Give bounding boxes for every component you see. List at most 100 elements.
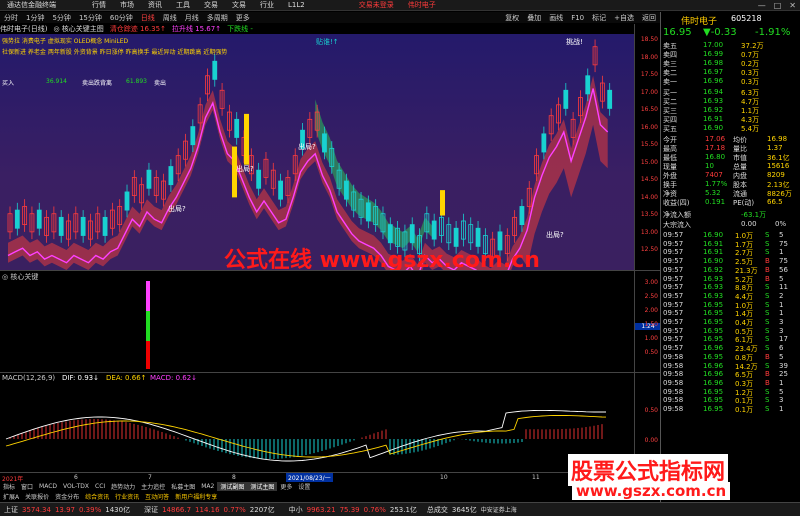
draw-button[interactable]: 画线 bbox=[545, 13, 567, 23]
tick-row: 09:57 16.91 2.7万 S 1 bbox=[661, 248, 800, 257]
tick-time: 09:58 bbox=[663, 396, 684, 405]
overlay-button[interactable]: 叠加 bbox=[523, 13, 545, 23]
big-inflow-label: 大宗流入 bbox=[663, 221, 691, 229]
index-amount: 253.1亿 bbox=[389, 505, 417, 514]
info-tab[interactable]: 资金分布 bbox=[52, 492, 82, 501]
index-name[interactable]: 深证 bbox=[140, 505, 162, 515]
tick-price: 16.92 bbox=[703, 265, 724, 274]
tick-direction: S bbox=[765, 344, 770, 353]
crosshair-date: 2021/08/23/一 bbox=[286, 473, 333, 482]
tick-time: 09:58 bbox=[663, 352, 684, 361]
candle-body bbox=[234, 118, 240, 138]
period-tab-active[interactable]: 日线 bbox=[137, 13, 159, 23]
annotation-label: 出局? bbox=[546, 231, 564, 239]
index-name[interactable]: 中小 bbox=[285, 505, 307, 515]
menu-trade[interactable]: 交易 bbox=[197, 0, 225, 10]
info-tab[interactable]: 关联报价 bbox=[22, 492, 52, 501]
tick-row: 09:57 16.95 0.5万 S 3 bbox=[661, 326, 800, 336]
candlestick-chart[interactable]: 强势拉 消费电子 虚拟现实 OLED概念 MiniLED 社保新进 养老金 两年… bbox=[0, 34, 634, 273]
core-key-tick: 0.50 bbox=[644, 349, 658, 356]
indicator-tab[interactable]: MA2 bbox=[198, 483, 217, 490]
level-price: 16.93 bbox=[703, 97, 724, 105]
tick-direction: B bbox=[765, 265, 770, 274]
core-key-indicator-chart[interactable]: ◎ 核心关键 bbox=[0, 270, 634, 372]
indicator-tab[interactable]: 测试副图 bbox=[217, 482, 248, 491]
period-tab[interactable]: 月线 bbox=[181, 13, 203, 23]
candle-body bbox=[365, 202, 371, 222]
tick-count: 3 bbox=[779, 326, 784, 335]
indicator-tab[interactable]: 趋势动力 bbox=[108, 482, 138, 491]
tick-row: 09:57 16.92 21.3万 B 56 bbox=[661, 265, 800, 275]
indicator-tab[interactable]: CCI bbox=[92, 483, 108, 490]
tick-time: 09:57 bbox=[663, 335, 684, 344]
period-tab[interactable]: 分时 bbox=[0, 13, 22, 23]
tick-time: 09:57 bbox=[663, 326, 684, 335]
mark-button[interactable]: 标记 bbox=[588, 13, 610, 23]
indicator-tab[interactable]: 窗口 bbox=[18, 482, 36, 491]
period-tab[interactable]: 周线 bbox=[159, 13, 181, 23]
indicator-tab[interactable]: 更多 bbox=[277, 482, 295, 491]
maximize-button[interactable]: □ bbox=[770, 1, 786, 10]
index-change: 13.97 bbox=[54, 505, 75, 514]
macd-chart[interactable]: MACD(12,26,9) DIF: 0.93↓ DEA: 0.66↑ MACD… bbox=[0, 372, 634, 472]
login-notice[interactable]: 交易未登录 bbox=[352, 0, 401, 10]
index-name[interactable]: 上证 bbox=[0, 505, 22, 515]
menu-l1l2[interactable]: L1L2 bbox=[281, 1, 312, 9]
info-tab[interactable]: 互动问答 bbox=[142, 492, 172, 501]
tick-count: 1 bbox=[779, 300, 784, 309]
level-label: 卖一 bbox=[663, 78, 677, 86]
indicator-tab[interactable]: 私募主图 bbox=[168, 482, 198, 491]
back-button[interactable]: 返回 bbox=[638, 13, 660, 23]
info-tab[interactable]: 综合资讯 bbox=[82, 492, 112, 501]
period-tab[interactable]: 15分钟 bbox=[75, 13, 106, 23]
tick-direction: S bbox=[765, 239, 770, 248]
tick-price: 16.93 bbox=[703, 274, 724, 283]
level-price: 16.97 bbox=[703, 68, 724, 76]
tick-direction: B bbox=[765, 378, 770, 387]
candle-body bbox=[14, 209, 20, 229]
tick-price: 16.95 bbox=[703, 405, 724, 413]
status-tags: 社保新进 养老金 两年新股 外资背景 昨日涨停 昨高换手 最近异动 近期跳高 近… bbox=[2, 49, 228, 56]
tick-row: 09:57 16.96 23.4万 S 6 bbox=[661, 344, 800, 353]
menu-wenyi[interactable]: 文易 bbox=[225, 0, 253, 10]
menu-industry[interactable]: 行业 bbox=[253, 0, 281, 10]
period-tab[interactable]: 更多 bbox=[232, 13, 254, 23]
period-tab[interactable]: 多周期 bbox=[203, 13, 232, 23]
core-key-axis: 1.24 3.00 2.50 2.00 1.50 1.00 0.50 bbox=[634, 270, 661, 372]
menu-news[interactable]: 资讯 bbox=[141, 0, 169, 10]
indicator-tab[interactable]: 测试主图 bbox=[247, 482, 278, 491]
info-tab[interactable]: 扩展A bbox=[0, 492, 22, 501]
period-tab[interactable]: 5分钟 bbox=[48, 13, 74, 23]
menu-quotes[interactable]: 行情 bbox=[85, 0, 113, 10]
menu-tools[interactable]: 工具 bbox=[169, 0, 197, 10]
macd-tick: 0.00 bbox=[644, 437, 658, 444]
close-button[interactable]: ✕ bbox=[785, 1, 800, 10]
menu-market[interactable]: 市场 bbox=[113, 0, 141, 10]
f10-button[interactable]: F10 bbox=[567, 14, 588, 22]
indicator-tab[interactable]: 指标 bbox=[0, 482, 18, 491]
level-price: 16.91 bbox=[703, 115, 724, 123]
index-change: 114.16 bbox=[195, 505, 220, 514]
indicator-tab[interactable]: 设置 bbox=[295, 482, 313, 491]
adjust-button[interactable]: 复权 bbox=[501, 13, 523, 23]
core-key-tick: 2.50 bbox=[644, 293, 658, 300]
info-tab[interactable]: 新用户福利专享 bbox=[172, 492, 220, 501]
info-tab[interactable]: 行业资讯 bbox=[112, 492, 142, 501]
bid-level: 买二 16.93 4.7万 bbox=[661, 97, 800, 106]
tick-time: 09:58 bbox=[663, 361, 684, 370]
period-tab[interactable]: 60分钟 bbox=[106, 13, 137, 23]
quote-stat: 外盘 7407 内盘 8209 bbox=[661, 171, 800, 180]
period-tab[interactable]: 1分钟 bbox=[22, 13, 48, 23]
indicator-tab[interactable]: VOL-TDX bbox=[60, 483, 92, 490]
add-watchlist-button[interactable]: +自选 bbox=[610, 13, 638, 23]
candle-body bbox=[431, 220, 437, 240]
support-cloud bbox=[315, 99, 433, 252]
candle-body bbox=[36, 209, 42, 229]
indicator-name[interactable]: ◎ 核心关键主图 bbox=[53, 24, 109, 34]
indicator-tab[interactable]: 主力追控 bbox=[138, 482, 168, 491]
tick-price: 16.93 bbox=[703, 283, 724, 292]
tick-direction: S bbox=[765, 335, 770, 344]
minimize-button[interactable]: — bbox=[754, 1, 770, 10]
tick-time: 09:57 bbox=[663, 283, 684, 292]
indicator-tab[interactable]: MACD bbox=[36, 483, 60, 490]
